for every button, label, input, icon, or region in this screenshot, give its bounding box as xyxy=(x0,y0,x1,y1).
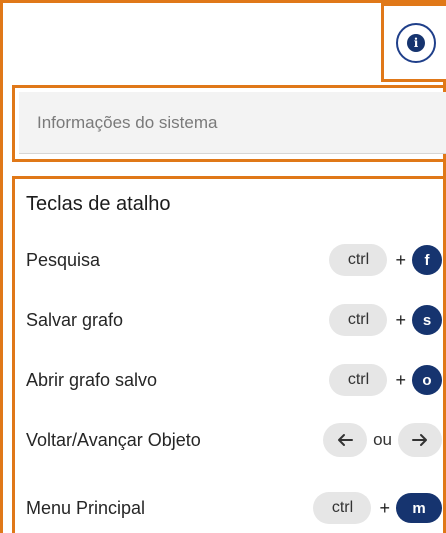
plus-sign: + xyxy=(379,497,390,518)
s-key: s xyxy=(412,305,442,335)
shortcut-row-save-graph: Salvar grafo ctrl + s xyxy=(26,302,442,338)
info-icon: i xyxy=(407,34,425,52)
shortcut-keys: ctrl + f xyxy=(329,244,442,276)
shortcut-keys: ctrl + s xyxy=(329,304,442,336)
ctrl-key: ctrl xyxy=(313,492,372,524)
shortcut-keys: ou xyxy=(323,423,442,457)
shortcut-row-main-menu: Menu Principal ctrl + m xyxy=(26,490,442,526)
arrow-right-icon xyxy=(398,423,442,457)
shortcut-keys: ctrl + o xyxy=(329,364,442,396)
shortcuts-title: Teclas de atalho xyxy=(26,193,171,215)
plus-sign: + xyxy=(395,309,406,330)
shortcut-label: Menu Principal xyxy=(26,497,146,518)
or-text: ou xyxy=(373,430,392,449)
ctrl-key: ctrl xyxy=(329,364,388,396)
ctrl-key: ctrl xyxy=(329,304,388,336)
page: i Informações do sistema Teclas de atalh… xyxy=(0,0,446,533)
shortcut-label: Salvar grafo xyxy=(26,309,124,330)
shortcut-row-search: Pesquisa ctrl + f xyxy=(26,242,442,278)
f-key: f xyxy=(412,245,442,275)
plus-sign: + xyxy=(395,369,406,390)
system-info-item[interactable]: Informações do sistema xyxy=(19,92,446,154)
plus-sign: + xyxy=(395,249,406,270)
shortcut-row-back-forward: Voltar/Avançar Objeto ou xyxy=(26,422,442,458)
shortcut-label: Voltar/Avançar Objeto xyxy=(26,429,201,450)
system-info-highlight: Informações do sistema xyxy=(12,85,446,162)
o-key: o xyxy=(412,365,442,395)
shortcut-label: Pesquisa xyxy=(26,249,101,270)
info-button[interactable]: i xyxy=(396,23,436,63)
shortcut-row-open-graph: Abrir grafo salvo ctrl + o xyxy=(26,362,442,398)
shortcut-label: Abrir grafo salvo xyxy=(26,369,158,390)
shortcuts-panel: Teclas de atalho Pesquisa ctrl + f Salva… xyxy=(12,176,446,533)
system-info-label: Informações do sistema xyxy=(37,112,218,132)
info-highlight: i xyxy=(381,3,446,82)
m-key: m xyxy=(396,493,442,523)
shortcut-keys: ctrl + m xyxy=(313,492,442,524)
arrow-left-icon xyxy=(323,423,368,457)
ctrl-key: ctrl xyxy=(329,244,388,276)
